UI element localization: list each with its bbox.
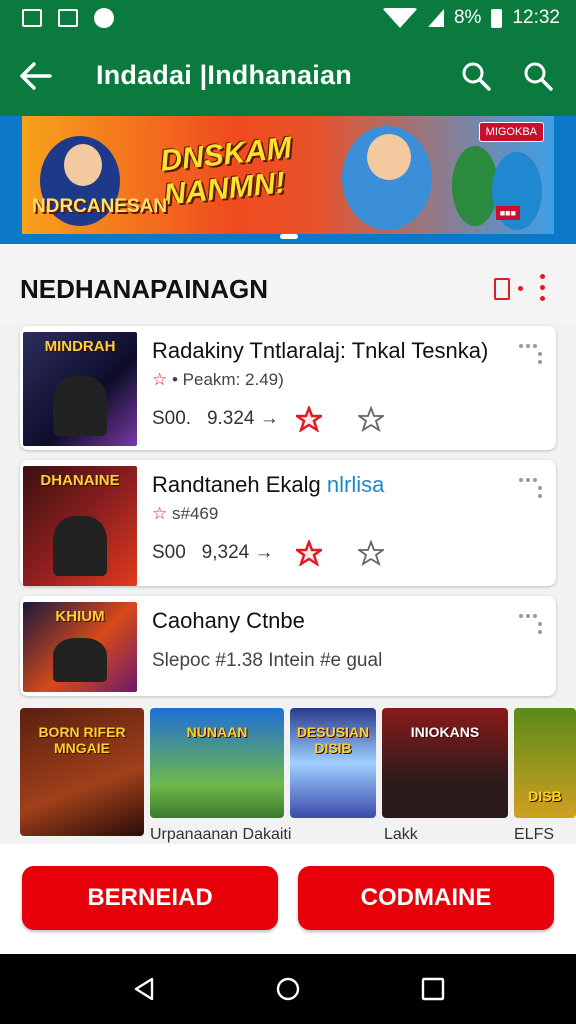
banner-character-face [64, 144, 102, 186]
price-value: 9.324 → [206, 408, 279, 429]
banner-character-right [452, 146, 498, 226]
card-title[interactable]: Radakiny Tntlaralaj: Tnkal Tesnka) [152, 338, 488, 364]
card-subtitle-text: • Peakm: 2.49) [171, 370, 284, 389]
thumbnail-figure [53, 638, 107, 682]
status-icons-left [22, 8, 114, 28]
price-value: 9,324 → [201, 542, 274, 563]
banner-image[interactable]: DNSKAM NANMN! NDRCANESAN MIGOKBA ■■■ [22, 116, 554, 234]
card-subtitle-text: s#469 [171, 504, 219, 523]
carousel-image-label: DISB [528, 788, 562, 804]
gallery-icon [58, 9, 78, 27]
star-outline-icon[interactable] [358, 540, 384, 566]
carousel-image[interactable]: NUNAAN [150, 708, 284, 818]
bookmark-dot [518, 286, 523, 291]
status-bar: 8% 12:32 [0, 0, 576, 36]
back-button[interactable] [16, 58, 56, 94]
carousel-image-label: BORN RIFER MNGAIE [38, 724, 126, 756]
arrow-left-icon [20, 62, 52, 90]
back-nav-icon[interactable] [132, 976, 158, 1002]
card-subtitle: ☆ • Peakm: 2.49) [152, 370, 284, 390]
app-bar: Indadai |Indhanaian [0, 36, 576, 116]
card-title[interactable]: Randtaneh Ekalg nlrlisa [152, 472, 384, 498]
banner-character-face [367, 134, 411, 180]
recents-nav-icon[interactable] [420, 976, 446, 1002]
card-price: S00. 9.324 → [152, 408, 279, 430]
notification-icon [22, 9, 42, 27]
more-options-icon[interactable] [518, 476, 544, 500]
star-filled-icon[interactable] [296, 540, 322, 566]
game-card[interactable]: DHANAINE Randtaneh Ekalg nlrlisa ☆ s#469… [20, 460, 556, 586]
clock: 12:32 [512, 7, 560, 28]
card-title-accent: nlrlisa [326, 472, 385, 497]
card-title[interactable]: Caohany Ctnbe [152, 608, 305, 634]
carousel-image[interactable]: INIOKANS [382, 708, 508, 818]
left-action-button[interactable]: BERNEIAD [22, 866, 278, 930]
more-options-icon[interactable] [518, 612, 544, 636]
thumbnail-figure [53, 376, 107, 436]
thumbnail-label: MINDRAH [44, 338, 116, 355]
search-icon [524, 62, 553, 91]
app-notification-icon [94, 8, 114, 28]
star-outline-icon: ☆ [152, 504, 168, 523]
more-options-icon[interactable] [518, 342, 544, 366]
game-thumbnail[interactable]: KHIUM [23, 602, 137, 692]
carousel-caption: Urpanaanan Dakaiti [150, 826, 292, 843]
battery-percent: 8% [453, 7, 482, 28]
carousel-caption: Lakk [384, 826, 418, 843]
status-icons-right: 8% 12:32 [381, 7, 560, 29]
game-thumbnail[interactable]: MINDRAH [23, 332, 137, 446]
wifi-icon [381, 8, 418, 28]
thumbnail-label: KHIUM [55, 608, 105, 625]
star-filled-icon[interactable] [296, 406, 322, 432]
banner-subtitle: NDRCANESAN [32, 196, 168, 217]
carousel-caption: ELFS [514, 826, 555, 843]
game-card[interactable]: KHIUM Caohany Ctnbe Slepoc #1.38 Intein … [20, 596, 556, 696]
banner-title: DNSKAM NANMN! [159, 131, 297, 212]
game-thumbnail[interactable]: DHANAINE [23, 466, 137, 586]
game-carousel[interactable]: BORN RIFER MNGAIE NUNAAN Urpanaanan Daka… [0, 700, 576, 844]
bookmark-icon[interactable] [494, 278, 510, 300]
more-vert-icon[interactable] [538, 274, 548, 304]
carousel-image-label: INIOKANS [410, 724, 480, 740]
home-nav-icon[interactable] [275, 976, 301, 1002]
card-price: S00 9,324 → [152, 542, 273, 564]
carousel-image-label: NUNAAN [186, 724, 248, 740]
page-title: Indadai |Indhanaian [96, 60, 352, 90]
action-bar: BERNEIAD CODMAINE [0, 844, 576, 954]
carousel-image-label: DESUSIAN DISIB [296, 724, 370, 756]
thumbnail-label: DHANAINE [40, 472, 120, 489]
carousel-image[interactable]: DISB [514, 708, 576, 818]
star-outline-icon: ☆ [152, 370, 168, 389]
card-subtitle: Slepoc #1.38 Intein #e gual [152, 650, 383, 671]
signal-icon [427, 9, 444, 27]
price-label: S00. [152, 408, 192, 429]
battery-icon [491, 8, 503, 28]
search-button[interactable] [458, 58, 494, 94]
banner-tag: MIGOKBA [478, 122, 544, 142]
carousel-image[interactable]: BORN RIFER MNGAIE [20, 708, 144, 836]
price-label: S00 [152, 542, 186, 563]
search-icon [462, 62, 491, 91]
section-header: NEDHANAPAINAGN [0, 244, 576, 324]
thumbnail-figure [53, 516, 107, 576]
banner-badge: ■■■ [495, 206, 520, 220]
game-card[interactable]: MINDRAH Radakiny Tntlaralaj: Tnkal Tesnk… [20, 326, 556, 450]
system-nav-bar [0, 954, 576, 1024]
section-title: NEDHANAPAINAGN [20, 274, 268, 304]
carousel-image[interactable]: DESUSIAN DISIB [290, 708, 376, 818]
right-action-button[interactable]: CODMAINE [298, 866, 554, 930]
card-title-text: Randtaneh Ekalg [152, 472, 321, 497]
banner-page-indicator[interactable] [280, 234, 298, 239]
star-outline-icon[interactable] [358, 406, 384, 432]
search-button-secondary[interactable] [520, 58, 556, 94]
promo-banner[interactable]: DNSKAM NANMN! NDRCANESAN MIGOKBA ■■■ [0, 116, 576, 244]
card-subtitle: ☆ s#469 [152, 504, 218, 524]
